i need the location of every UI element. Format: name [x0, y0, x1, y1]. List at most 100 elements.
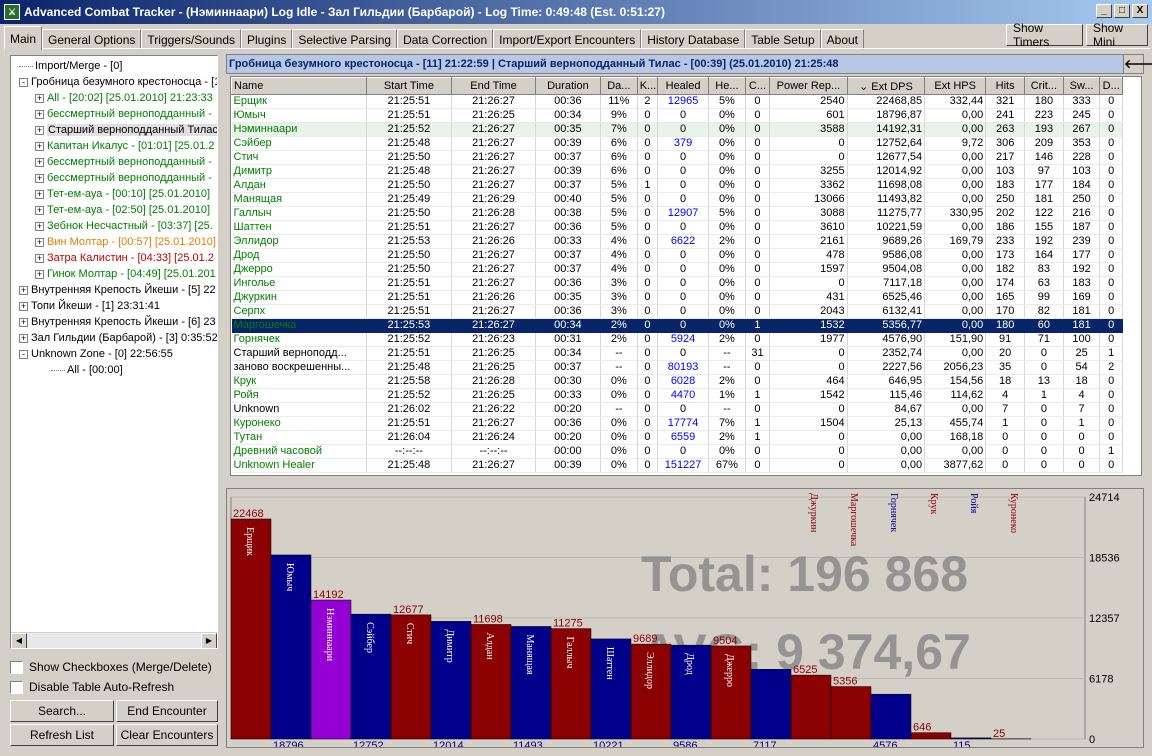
expand-icon[interactable]: + [35, 269, 44, 279]
column-header[interactable]: Duration [534, 77, 602, 95]
column-header[interactable]: ⌄ Ext DPS [846, 77, 926, 95]
show-checkboxes-checkbox[interactable] [10, 660, 23, 674]
collapse-icon[interactable]: - [19, 77, 28, 87]
tree-node[interactable]: + бессмертный верноподданный - [35, 154, 212, 170]
collapse-arrow-icon[interactable]: 🡐 [1123, 55, 1152, 73]
expand-icon[interactable]: + [35, 157, 44, 167]
expand-icon[interactable]: + [19, 317, 28, 327]
tree-horizontal-scrollbar[interactable]: ◀ ▶ [11, 632, 217, 648]
search-button[interactable]: Search... [10, 700, 114, 722]
table-row[interactable]: Юмыч 21:25:51 21:26:25 00:34 9% 0 0 0% 0 601 18796… [231, 108, 1123, 123]
expand-icon[interactable]: + [35, 173, 44, 183]
table-row[interactable]: Крук 21:25:58 21:26:28 00:30 0% 0 6028 2% 0 464 64… [231, 374, 1123, 389]
column-header[interactable]: Da... [600, 77, 638, 95]
table-row[interactable]: Нэминнаари 21:25:52 21:26:27 00:35 7% 0 0 0% 0 35… [231, 122, 1123, 137]
tree-node[interactable]: + бессмертный верноподданный - [35, 106, 212, 122]
table-row[interactable]: Алдан 21:25:50 21:26:27 00:37 5% 1 0 0% 0 3362 116… [231, 178, 1123, 193]
table-row[interactable]: Дрод 21:25:50 21:26:27 00:37 4% 0 0 0% 0 478 9586,… [231, 248, 1123, 263]
tree-node[interactable]: + Тет-ем-ауа - [02:50] [25.01.2010] [35, 202, 210, 218]
table-row[interactable]: Ерщик 21:25:51 21:26:27 00:36 11% 2 12965 5% 0 25… [231, 94, 1123, 109]
expand-icon[interactable]: + [19, 301, 28, 311]
maximize-button[interactable]: □ [1114, 4, 1130, 18]
close-button[interactable]: X [1132, 4, 1148, 18]
table-row[interactable]: Маргошечка 21:25:53 21:26:27 00:34 2% 0 0 0% 1 15… [231, 318, 1123, 333]
collapse-icon[interactable]: - [19, 349, 28, 359]
table-row[interactable]: Инголье 21:25:51 21:26:27 00:36 3% 0 0 0% 0 0 7117… [231, 276, 1123, 291]
table-row[interactable]: Ройя 21:25:52 21:26:25 00:33 0% 0 4470 1% 1 1542 1… [231, 388, 1123, 403]
table-row[interactable]: Джуркин 21:25:51 21:26:26 00:35 3% 0 0 0% 0 431 65… [231, 290, 1123, 305]
column-header[interactable]: Crit... [1024, 77, 1064, 95]
tab-import-export[interactable]: Import/Export Encounters [493, 29, 642, 50]
table-row[interactable]: заново воскрешенны... 21:25:48 21:26:25 00:… [231, 360, 1123, 375]
column-header[interactable]: K... [636, 77, 659, 95]
expand-icon[interactable]: + [35, 237, 44, 247]
tree-node[interactable]: + Капитан Икалус - [01:01] [25.01.2 [35, 138, 214, 154]
tab-triggers-sounds[interactable]: Triggers/Sounds [141, 29, 242, 50]
refresh-list-button[interactable]: Refresh List [10, 724, 114, 746]
table-row[interactable]: Сэйбер 21:25:48 21:26:27 00:39 6% 0 379 0% 0 0 127… [231, 136, 1123, 151]
table-row[interactable]: Куронеко 21:25:51 21:26:27 00:36 0% 0 17774 7% 1… [231, 416, 1123, 431]
column-header[interactable]: C... [744, 77, 771, 95]
tab-about[interactable]: About [820, 29, 864, 50]
table-row[interactable]: Манящая 21:25:49 21:26:29 00:40 5% 0 0 0% 0 13066… [231, 192, 1123, 207]
expand-icon[interactable]: + [35, 93, 44, 103]
expand-icon[interactable]: + [35, 253, 44, 263]
column-header[interactable]: End Time [451, 77, 536, 95]
table-row[interactable]: Unknown 21:26:02 21:26:22 00:20 -- 0 0 -- 0 0 84,6… [231, 402, 1123, 417]
tree-node[interactable]: - Unknown Zone - [0] 22:56:55 [19, 346, 173, 362]
tree-node[interactable]: All - [00:00] [51, 362, 123, 378]
tree-node[interactable]: + Затра Калистин - [04:33] [25.01.2 [35, 250, 214, 266]
tree-node[interactable]: + All - [20:02] [25.01.2010] 21:23:33 [35, 90, 213, 106]
tree-node[interactable]: + Зебнок Несчастный - [03:37] [25. [35, 218, 213, 234]
table-row[interactable]: Джерро 21:25:50 21:26:27 00:37 4% 0 0 0% 0 1597 95… [231, 262, 1123, 277]
tree-node[interactable]: + Зал Гильдии (Барбарой) - [3] 0:35:52 [19, 330, 217, 346]
table-row[interactable]: Димитр 21:25:48 21:26:27 00:39 6% 0 0 0% 0 3255 12… [231, 164, 1123, 179]
expand-icon[interactable]: + [35, 221, 44, 231]
tree-node[interactable]: + Вин Молтар - [00:57] [25.01.2010] [35, 234, 216, 250]
tree-node[interactable]: + Внутренняя Крепость Йкеши - [5] 22 [19, 282, 216, 298]
tab-selective-parsing[interactable]: Selective Parsing [292, 29, 398, 50]
expand-icon[interactable]: + [19, 285, 28, 295]
show-checkboxes-option[interactable]: Show Checkboxes (Merge/Delete) [10, 660, 212, 674]
scroll-left-icon[interactable]: ◀ [11, 633, 27, 648]
scroll-right-icon[interactable]: ▶ [201, 633, 217, 648]
column-header[interactable]: Start Time [365, 77, 453, 95]
tab-table-setup[interactable]: Table Setup [745, 29, 821, 50]
end-encounter-button[interactable]: End Encounter [116, 700, 218, 722]
tree-node[interactable]: + Гинок Молтар - [04:49] [25.01.201 [35, 266, 216, 282]
column-header[interactable]: Name [231, 77, 367, 95]
tab-general-options[interactable]: General Options [42, 29, 142, 50]
expand-icon[interactable]: + [19, 333, 28, 343]
tab-history-database[interactable]: History Database [641, 29, 746, 50]
column-header[interactable]: Healed [657, 77, 710, 95]
table-row[interactable]: Горнячек 21:25:52 21:26:23 00:31 2% 0 5924 2% 0 1… [231, 332, 1123, 347]
table-row[interactable]: Старший верноподд... 21:25:51 21:26:25 00:3… [231, 346, 1123, 361]
tree-node[interactable]: + бессмертный верноподданный - [35, 170, 212, 186]
table-row[interactable]: Стич 21:25:50 21:26:27 00:37 6% 0 0 0% 0 0 12677,5… [231, 150, 1123, 165]
tree-node[interactable]: + Топи Йкеши - [1] 23:31:41 [19, 298, 160, 314]
combatant-table[interactable]: Name Start Time End Time Duration Da... K... H… [230, 76, 1142, 476]
table-row[interactable]: Серпх 21:25:51 21:26:27 00:36 3% 0 0 0% 0 2043 613… [231, 304, 1123, 319]
column-header[interactable]: He... [708, 77, 746, 95]
table-row[interactable]: Древний часовой --:--:-- --:--:-- 00:00 0% 0 0… [231, 444, 1123, 459]
table-row[interactable]: Тутан 21:26:04 21:26:24 00:20 0% 0 6559 2% 1 0 0,0… [231, 430, 1123, 445]
disable-refresh-checkbox[interactable] [10, 680, 23, 694]
tab-main[interactable]: Main [4, 26, 43, 50]
column-header[interactable]: Ext HPS [924, 77, 987, 95]
column-header[interactable]: Hits [985, 77, 1026, 95]
clear-encounters-button[interactable]: Clear Encounters [116, 724, 218, 746]
show-mini-button[interactable]: Show Mini [1086, 21, 1148, 49]
tree-node[interactable]: + Внутренняя Крепость Йкеши - [6] 23 [19, 314, 216, 330]
tree-node[interactable]: - Гробница безумного крестоносца - [1 [19, 74, 217, 90]
expand-icon[interactable]: + [35, 189, 44, 199]
tree-node[interactable]: + Тет-ем-ауа - [00:10] [25.01.2010] [35, 186, 210, 202]
column-header[interactable]: D... [1099, 77, 1123, 95]
table-row[interactable]: Шаттен 21:25:51 21:26:27 00:36 5% 0 0 0% 0 3610 10… [231, 220, 1123, 235]
disable-refresh-option[interactable]: Disable Table Auto-Refresh [10, 680, 174, 694]
expand-icon[interactable]: + [35, 141, 44, 151]
table-row[interactable]: Галлыч 21:25:50 21:26:28 00:38 5% 0 12907 5% 0 30… [231, 206, 1123, 221]
tab-plugins[interactable]: Plugins [241, 29, 293, 50]
table-row[interactable]: Unknown Healer 21:25:48 21:26:27 00:39 0% 0 15… [231, 458, 1123, 473]
tree-node[interactable]: + Старший верноподданный Тилас [35, 122, 217, 138]
encounter-tree[interactable]: Import/Merge - [0] - Гробница безумного кр… [10, 55, 218, 649]
